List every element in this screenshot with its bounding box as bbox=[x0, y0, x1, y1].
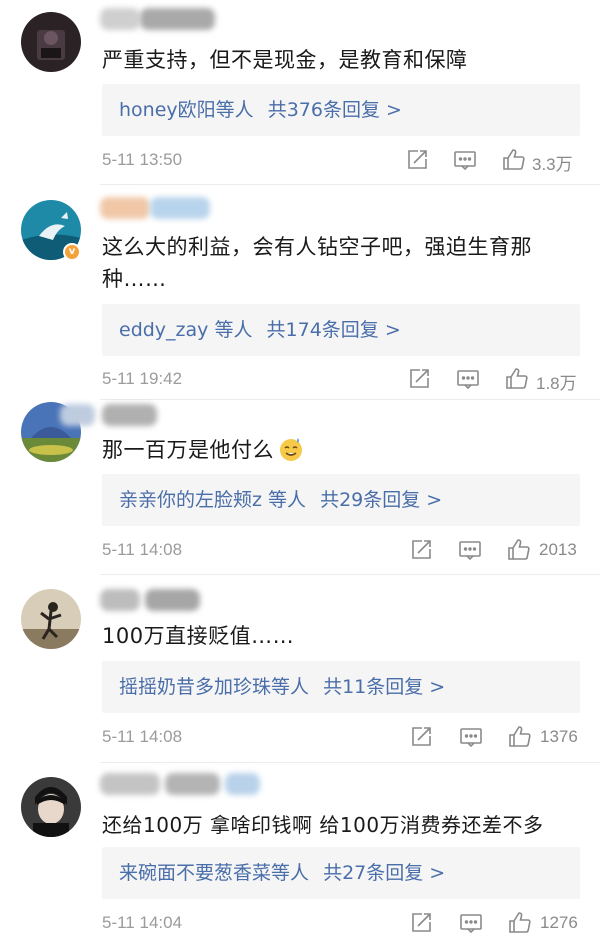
replies-link[interactable]: eddy_zay 等人 共174条回复 > bbox=[102, 304, 580, 356]
comment-text: 这么大的利益，会有人钻空子吧，强迫生育那种…… bbox=[102, 235, 532, 291]
username-obscured[interactable] bbox=[60, 400, 170, 428]
reply-users: 来碗面不要葱香菜等人 bbox=[119, 862, 310, 884]
avatar[interactable] bbox=[21, 589, 81, 649]
share-icon[interactable] bbox=[409, 911, 433, 935]
reply-users: eddy_zay 等人 bbox=[119, 319, 253, 341]
like-count: 1276 bbox=[540, 913, 578, 932]
comment-meta: 5-11 14:08 2013 bbox=[102, 536, 582, 566]
avatar[interactable] bbox=[21, 777, 81, 837]
share-icon[interactable] bbox=[409, 725, 433, 749]
replies-link[interactable]: honey欧阳等人 共376条回复 > bbox=[102, 84, 580, 136]
comment-text: 那一百万是他付么 bbox=[102, 434, 572, 466]
comment-meta: 5-11 14:08 1376 bbox=[102, 723, 582, 753]
comment-text: 严重支持，但不是现金，是教育和保障 bbox=[102, 48, 468, 72]
comment-meta: 5-11 13:50 3.3万 bbox=[102, 146, 582, 176]
thumbs-up-icon[interactable] bbox=[505, 367, 529, 391]
replies-link[interactable]: 摇摇奶昔多加珍珠等人 共11条回复 > bbox=[102, 661, 580, 713]
comment-item: 严重支持，但不是现金，是教育和保障 honey欧阳等人 共376条回复 > 5-… bbox=[0, 0, 600, 185]
share-icon[interactable] bbox=[405, 148, 429, 172]
verified-badge-icon: v bbox=[63, 243, 81, 261]
username-obscured[interactable] bbox=[100, 585, 210, 613]
thumbs-up-icon[interactable] bbox=[508, 911, 532, 935]
comment-icon[interactable] bbox=[456, 367, 480, 391]
reply-count: 共29条回复 > bbox=[320, 489, 443, 511]
reply-count: 共376条回复 > bbox=[267, 99, 402, 121]
comment-icon[interactable] bbox=[459, 911, 483, 935]
timestamp: 5-11 14:08 bbox=[102, 540, 183, 559]
replies-link[interactable]: 亲亲你的左脸颊z 等人 共29条回复 > bbox=[102, 474, 580, 526]
reply-count: 共27条回复 > bbox=[323, 862, 446, 884]
share-icon[interactable] bbox=[409, 538, 433, 562]
thumbs-up-icon[interactable] bbox=[507, 538, 531, 562]
comment-icon[interactable] bbox=[459, 725, 483, 749]
like-count: 1376 bbox=[540, 727, 578, 746]
share-icon[interactable] bbox=[407, 367, 431, 391]
like-count: 1.8万 bbox=[536, 374, 577, 393]
thumbs-up-icon[interactable] bbox=[508, 725, 532, 749]
comment-meta: 5-11 19:42 1.8万 bbox=[102, 365, 582, 395]
reply-count: 共174条回复 > bbox=[266, 319, 401, 341]
comment-icon[interactable] bbox=[458, 538, 482, 562]
username-obscured[interactable] bbox=[100, 769, 270, 797]
username-obscured[interactable] bbox=[100, 193, 215, 221]
reply-users: 摇摇奶昔多加珍珠等人 bbox=[119, 676, 310, 698]
comment-item: 那一百万是他付么 亲亲你的左脸颊z 等人 共29条回复 > 5-11 14:08… bbox=[0, 400, 600, 575]
reply-users: 亲亲你的左脸颊z 等人 bbox=[119, 489, 307, 511]
avatar[interactable] bbox=[21, 12, 81, 72]
reply-count: 共11条回复 > bbox=[323, 676, 446, 698]
comment-icon[interactable] bbox=[453, 148, 477, 172]
like-count: 2013 bbox=[539, 540, 577, 559]
timestamp: 5-11 19:42 bbox=[102, 369, 183, 388]
timestamp: 5-11 13:50 bbox=[102, 150, 183, 169]
comment-item: 100万直接贬值…… 摇摇奶昔多加珍珠等人 共11条回复 > 5-11 14:0… bbox=[0, 575, 600, 763]
comment-meta: 5-11 14:04 1276 bbox=[102, 909, 582, 939]
sweat-smile-emoji-icon bbox=[278, 436, 304, 462]
username-obscured[interactable] bbox=[100, 4, 220, 32]
timestamp: 5-11 14:04 bbox=[102, 913, 183, 932]
comment-item: 还给100万 拿啥印钱啊 给100万消费券还差不多 来碗面不要葱香菜等人 共27… bbox=[0, 763, 600, 947]
replies-link[interactable]: 来碗面不要葱香菜等人 共27条回复 > bbox=[102, 847, 580, 899]
comment-text-content: 那一百万是他付么 bbox=[102, 438, 274, 462]
comment-item: v 这么大的利益，会有人钻空子吧，强迫生育那种…… eddy_zay 等人 共1… bbox=[0, 185, 600, 400]
reply-users: honey欧阳等人 bbox=[119, 99, 254, 121]
like-count: 3.3万 bbox=[532, 155, 573, 174]
timestamp: 5-11 14:08 bbox=[102, 727, 183, 746]
comment-text: 100万直接贬值…… bbox=[102, 624, 295, 648]
thumbs-up-icon[interactable] bbox=[502, 148, 526, 172]
comment-text: 还给100万 拿啥印钱啊 给100万消费券还差不多 bbox=[102, 813, 544, 837]
